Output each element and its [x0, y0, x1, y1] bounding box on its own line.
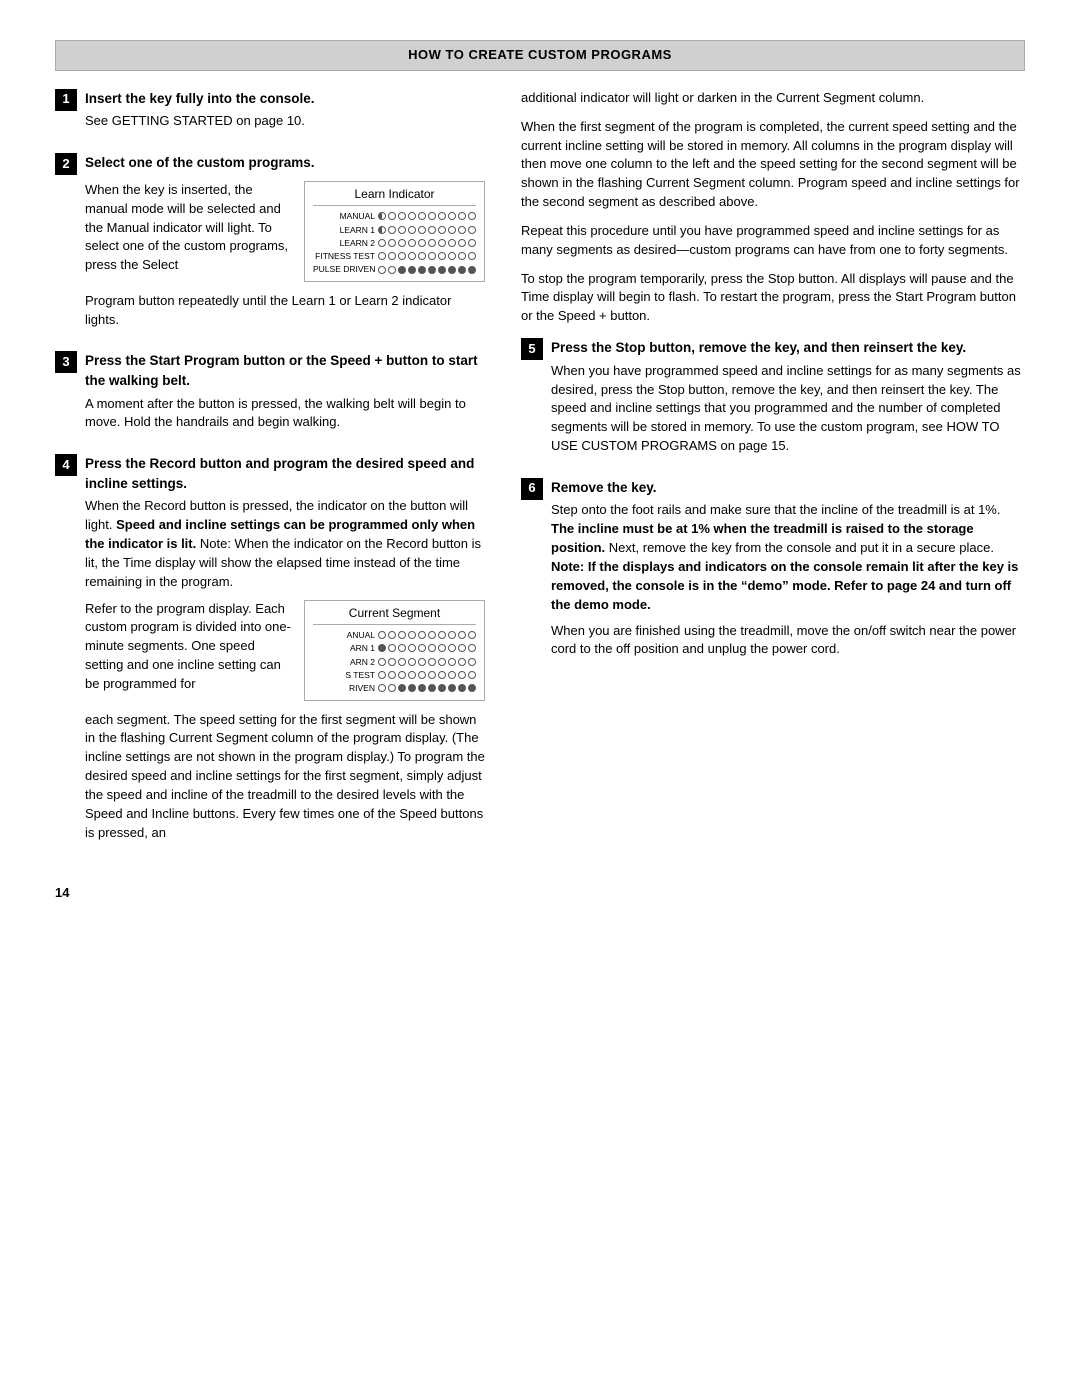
step-6: 6 Remove the key. Step onto the foot rai…	[521, 478, 1025, 667]
step-3-body: A moment after the button is pressed, th…	[85, 395, 485, 433]
step-1-number: 1	[55, 89, 77, 111]
step-6-content: Remove the key. Step onto the foot rails…	[551, 478, 1025, 667]
step-3-title: Press the Start Program button or the Sp…	[85, 351, 485, 390]
diagram-row-learn2: LEARN 2	[313, 237, 476, 249]
page: HOW TO CREATE CUSTOM PROGRAMS 1 Insert t…	[0, 0, 1080, 1397]
step-5-content: Press the Stop button, remove the key, a…	[551, 338, 1025, 464]
step-3: 3 Press the Start Program button or the …	[55, 351, 485, 440]
current-segment-diagram: Current Segment ANUAL	[304, 600, 485, 701]
step-5-number: 5	[521, 338, 543, 360]
cs-row-anual: ANUAL	[313, 629, 476, 641]
step-3-number: 3	[55, 351, 77, 373]
step-6-title: Remove the key.	[551, 478, 1025, 498]
step-5: 5 Press the Stop button, remove the key,…	[521, 338, 1025, 464]
learn-indicator-diagram: Learn Indicator MANUAL	[304, 181, 485, 282]
step-2-body: When the key is inserted, the manual mod…	[85, 181, 485, 330]
step-1-body: See GETTING STARTED on page 10.	[85, 112, 485, 131]
step-6-body: Step onto the foot rails and make sure t…	[551, 501, 1025, 659]
right-para-1: additional indicator will light or darke…	[521, 89, 1025, 326]
step-2-title: Select one of the custom programs.	[85, 153, 485, 173]
step-6-number: 6	[521, 478, 543, 500]
step-2: 2 Select one of the custom programs. Whe…	[55, 153, 485, 337]
header-title: HOW TO CREATE CUSTOM PROGRAMS	[408, 47, 672, 62]
step-1-title: Insert the key fully into the console.	[85, 89, 485, 109]
step-5-title: Press the Stop button, remove the key, a…	[551, 338, 1025, 358]
learn-indicator-title: Learn Indicator	[313, 186, 476, 206]
step-4-content: Press the Record button and program the …	[85, 454, 485, 850]
page-number: 14	[55, 864, 485, 903]
left-column: 1 Insert the key fully into the console.…	[55, 89, 485, 1357]
step-4: 4 Press the Record button and program th…	[55, 454, 485, 850]
diagram-row-manual: MANUAL	[313, 210, 476, 222]
cs-row-riven: RIVEN	[313, 682, 476, 694]
section-header: HOW TO CREATE CUSTOM PROGRAMS	[55, 40, 1025, 71]
current-segment-title: Current Segment	[313, 605, 476, 625]
step-3-content: Press the Start Program button or the Sp…	[85, 351, 485, 440]
diagram-row-fitness: FITNESS TEST	[313, 250, 476, 262]
right-column: additional indicator will light or darke…	[521, 89, 1025, 1357]
step-4-inline: Refer to the program display. Each custo…	[85, 600, 485, 701]
step-2-number: 2	[55, 153, 77, 175]
step-4-number: 4	[55, 454, 77, 476]
step-2-inline: When the key is inserted, the manual mod…	[85, 181, 485, 282]
cs-row-stest: S TEST	[313, 669, 476, 681]
step-4-title: Press the Record button and program the …	[85, 454, 485, 493]
cs-row-arn2: ARN 2	[313, 656, 476, 668]
step-5-body: When you have programmed speed and incli…	[551, 362, 1025, 456]
cs-row-arn1: ARN 1	[313, 642, 476, 654]
diagram-row-pulse: PULSE DRIVEN	[313, 263, 476, 275]
diagram-row-learn1: LEARN 1	[313, 224, 476, 236]
step-1-content: Insert the key fully into the console. S…	[85, 89, 485, 139]
step-4-body: When the Record button is pressed, the i…	[85, 497, 485, 842]
step-2-content: Select one of the custom programs. When …	[85, 153, 485, 337]
step-1: 1 Insert the key fully into the console.…	[55, 89, 485, 139]
